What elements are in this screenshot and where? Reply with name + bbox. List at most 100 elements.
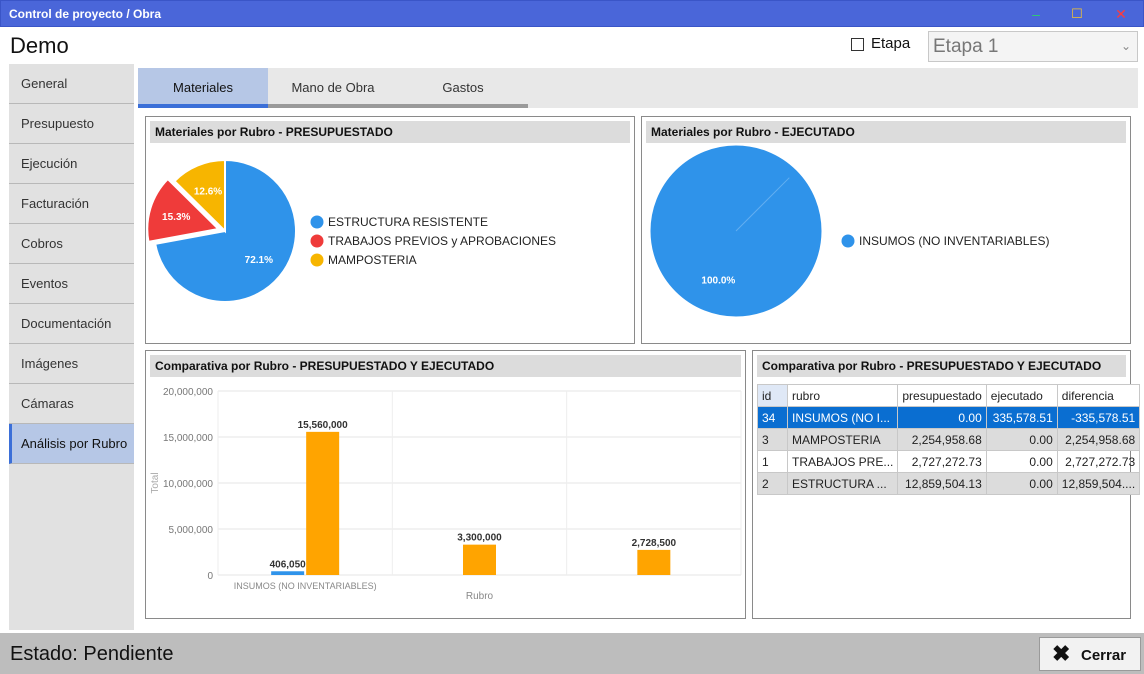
bar — [306, 431, 340, 575]
close-window-icon[interactable]: ✕ — [1109, 4, 1133, 24]
column-header-ejecutado[interactable]: ejecutado — [985, 384, 1058, 407]
cerrar-button-label: Cerrar — [1081, 647, 1127, 664]
y-axis-label: Total — [150, 472, 161, 493]
etapa-checkbox[interactable] — [851, 38, 864, 51]
table-header-row: id rubro presupuestado ejecutado diferen… — [757, 384, 1141, 407]
legend-marker — [310, 234, 324, 248]
bar — [463, 544, 496, 575]
panel-title: Materiales por Rubro - EJECUTADO — [646, 121, 1126, 143]
bar-chart: 0 5,000,000 10,000,000 15,000,000 20,000,000… — [150, 387, 742, 602]
cell-id: 2 — [757, 472, 788, 495]
tab-gastos[interactable]: Gastos — [398, 68, 528, 108]
bar-value-label: 2,728,500 — [632, 538, 677, 549]
bar — [637, 549, 671, 575]
legend-marker — [841, 234, 855, 248]
sidebar-item-imagenes[interactable]: Imágenes — [9, 344, 134, 384]
sidebar-item-documentacion[interactable]: Documentación — [9, 304, 134, 344]
panel-title: Materiales por Rubro - PRESUPUESTADO — [150, 121, 630, 143]
status-bar: Estado: Pendiente — [0, 633, 1144, 674]
bar-value-label: 15,560,000 — [298, 420, 348, 431]
pie-panel-presupuestado: Materiales por Rubro - PRESUPUESTADO 72.… — [145, 116, 635, 344]
active-tab-indicator — [138, 104, 268, 108]
y-tick-label: 5,000,000 — [169, 525, 214, 536]
cell-presupuestado: 12,859,504.13 — [897, 472, 987, 495]
column-header-rubro[interactable]: rubro — [786, 384, 899, 407]
legend-label: INSUMOS (NO INVENTARIABLES) — [859, 234, 1049, 248]
cell-id: 3 — [757, 428, 788, 451]
minimize-icon[interactable]: – — [1024, 4, 1048, 24]
close-icon: ✖ — [1052, 641, 1071, 666]
cell-diferencia: 2,727,272.73 — [1056, 450, 1141, 473]
sidebar: General Presupuesto Ejecución Facturació… — [9, 64, 134, 630]
cell-ejecutado: 335,578.51 — [985, 406, 1058, 429]
cell-id: 34 — [757, 406, 788, 429]
panel-title: Comparativa por Rubro - PRESUPUESTADO Y … — [757, 355, 1126, 377]
sidebar-item-ejecucion[interactable]: Ejecución — [9, 144, 134, 184]
cell-ejecutado: 0.00 — [985, 428, 1058, 451]
pie-slice-label: 100.0% — [701, 275, 735, 286]
sidebar-item-eventos[interactable]: Eventos — [9, 264, 134, 304]
cell-rubro: TRABAJOS PRE... — [786, 450, 899, 473]
column-header-diferencia[interactable]: diferencia — [1056, 384, 1141, 407]
sidebar-item-cobros[interactable]: Cobros — [9, 224, 134, 264]
sidebar-item-facturacion[interactable]: Facturación — [9, 184, 134, 224]
cell-diferencia: 2,254,958.68 — [1056, 428, 1141, 451]
y-tick-label: 20,000,000 — [163, 387, 213, 398]
y-tick-label: 0 — [207, 571, 213, 582]
legend-marker — [310, 215, 324, 229]
legend-label: MAMPOSTERIA — [328, 253, 417, 267]
bar-value-label: 3,300,000 — [457, 533, 502, 544]
comparison-table[interactable]: id rubro presupuestado ejecutado diferen… — [757, 384, 1141, 495]
sidebar-item-general[interactable]: General — [9, 64, 134, 104]
pie-chart-presupuestado: 72.1% 15.3% 12.6% ESTRUCTURA RESISTENTE TRAB… — [146, 158, 556, 303]
sidebar-item-camaras[interactable]: Cámaras — [9, 384, 134, 424]
sidebar-item-presupuesto[interactable]: Presupuesto — [9, 104, 134, 144]
y-tick-label: 10,000,000 — [163, 479, 213, 490]
legend-marker — [310, 253, 324, 267]
cell-presupuestado: 2,254,958.68 — [897, 428, 987, 451]
sidebar-item-analisis-por-rubro[interactable]: Análisis por Rubro — [9, 424, 134, 464]
column-header-id[interactable]: id — [757, 384, 788, 407]
cell-ejecutado: 0.00 — [985, 472, 1058, 495]
legend-label: ESTRUCTURA RESISTENTE — [328, 215, 488, 229]
chevron-down-icon: ⌄ — [1120, 39, 1132, 53]
project-title: Demo — [10, 33, 69, 58]
table-row[interactable]: 3 MAMPOSTERIA 2,254,958.68 0.00 2,254,95… — [757, 428, 1141, 451]
etapa-select-value: Etapa 1 — [933, 36, 999, 57]
cell-diferencia: 12,859,504.... — [1056, 472, 1141, 495]
cell-presupuestado: 0.00 — [897, 406, 987, 429]
y-tick-label: 15,000,000 — [163, 433, 213, 444]
tab-underline — [268, 104, 528, 108]
tab-bar: Materiales Mano de Obra Gastos — [138, 68, 1138, 108]
cell-diferencia: -335,578.51 — [1056, 406, 1141, 429]
tab-materiales[interactable]: Materiales — [138, 68, 268, 108]
cerrar-button[interactable]: ✖ Cerrar — [1039, 637, 1141, 671]
table-row[interactable]: 1 TRABAJOS PRE... 2,727,272.73 0.00 2,72… — [757, 450, 1141, 473]
tab-mano-de-obra[interactable]: Mano de Obra — [268, 68, 398, 108]
pie-slice-label: 72.1% — [245, 255, 273, 266]
cell-ejecutado: 0.00 — [985, 450, 1058, 473]
bar-panel: Comparativa por Rubro - PRESUPUESTADO Y … — [145, 350, 746, 619]
x-axis-label: Rubro — [466, 591, 494, 602]
pie-panel-ejecutado: Materiales por Rubro - EJECUTADO 100.0% I… — [641, 116, 1131, 344]
bar-value-label: 406,050 — [270, 559, 307, 570]
etapa-label: Etapa — [871, 35, 911, 52]
panel-title: Comparativa por Rubro - PRESUPUESTADO Y … — [150, 355, 741, 377]
pie-slice-label: 12.6% — [194, 186, 222, 197]
maximize-icon[interactable]: ☐ — [1065, 4, 1089, 24]
bar — [271, 571, 305, 575]
table-row[interactable]: 34 INSUMOS (NO I... 0.00 335,578.51 -335… — [757, 406, 1141, 429]
cell-id: 1 — [757, 450, 788, 473]
status-text: Estado: Pendiente — [10, 643, 174, 665]
cell-rubro: INSUMOS (NO I... — [786, 406, 899, 429]
cell-presupuestado: 2,727,272.73 — [897, 450, 987, 473]
etapa-select[interactable]: Etapa 1 ⌄ — [928, 31, 1138, 62]
legend-label: TRABAJOS PREVIOS y APROBACIONES — [328, 234, 556, 248]
column-header-presupuestado[interactable]: presupuestado — [897, 384, 987, 407]
table-row[interactable]: 2 ESTRUCTURA ... 12,859,504.13 0.00 12,8… — [757, 472, 1141, 495]
x-tick-label: INSUMOS (NO INVENTARIABLES) — [234, 581, 377, 591]
window-title: Control de proyecto / Obra — [9, 7, 162, 21]
cell-rubro: ESTRUCTURA ... — [786, 472, 899, 495]
cell-rubro: MAMPOSTERIA — [786, 428, 899, 451]
pie-chart-ejecutado: 100.0% INSUMOS (NO INVENTARIABLES) — [649, 144, 1049, 318]
